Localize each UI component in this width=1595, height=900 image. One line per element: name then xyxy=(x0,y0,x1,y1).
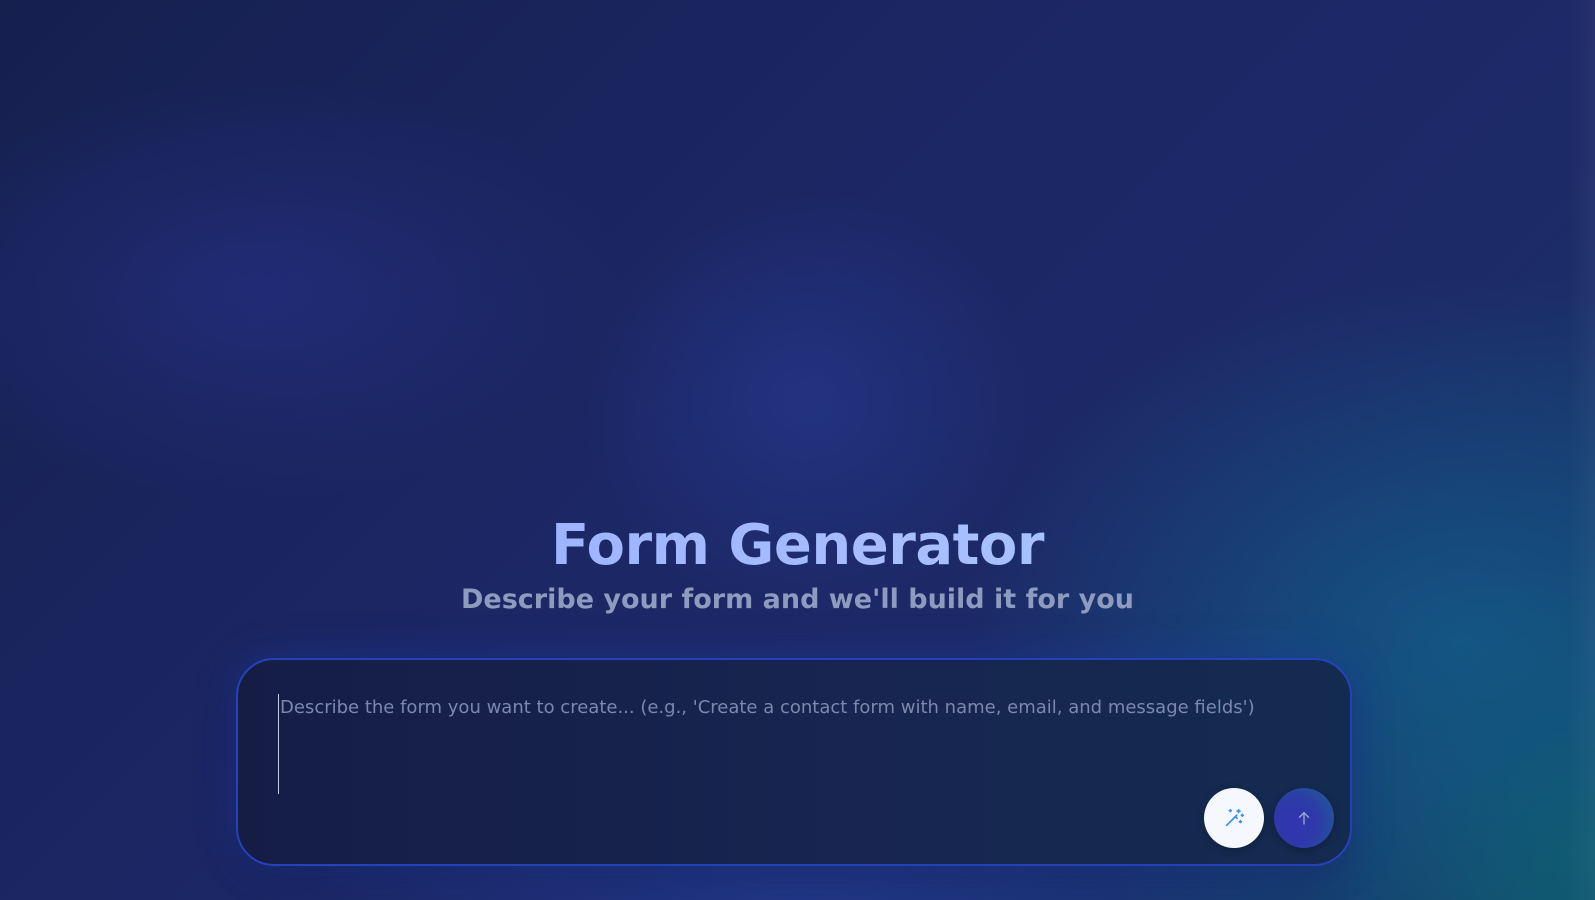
page-title: Form Generator xyxy=(0,512,1595,580)
submit-button[interactable] xyxy=(1274,788,1334,848)
form-description-input[interactable] xyxy=(278,694,1310,794)
hero-header: Form Generator Describe your form and we… xyxy=(0,512,1595,620)
background-edge xyxy=(1567,0,1595,900)
magic-wand-icon xyxy=(1223,807,1245,829)
page-subtitle: Describe your form and we'll build it fo… xyxy=(461,584,1134,615)
arrow-up-icon xyxy=(1295,809,1313,827)
enhance-prompt-button[interactable] xyxy=(1204,788,1264,848)
prompt-card xyxy=(236,658,1352,866)
